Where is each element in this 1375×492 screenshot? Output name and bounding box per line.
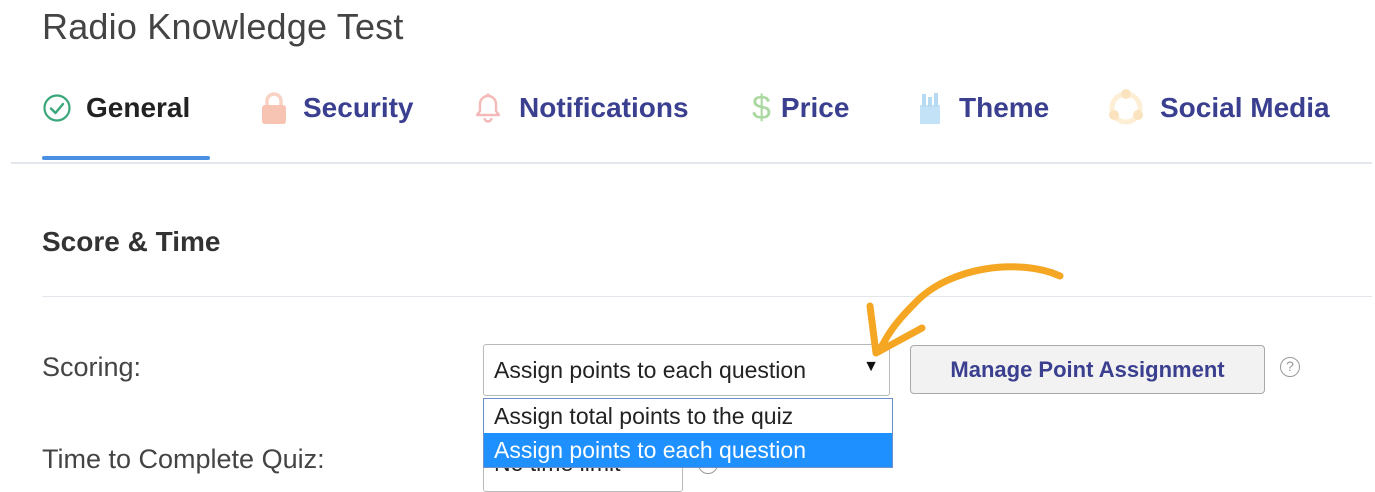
check-circle-icon xyxy=(42,93,72,123)
scoring-dropdown-list: Assign total points to the quiz Assign p… xyxy=(483,398,893,468)
scoring-option-total[interactable]: Assign total points to the quiz xyxy=(484,399,892,433)
tab-label: Security xyxy=(303,92,414,123)
tab-label: Price xyxy=(780,92,850,123)
tab-general[interactable]: General xyxy=(42,82,190,134)
scoring-select-value: Assign points to each question xyxy=(494,356,806,383)
time-to-complete-label: Time to Complete Quiz: xyxy=(42,444,325,474)
tab-social-media[interactable]: Social Media xyxy=(1106,82,1330,134)
page-title: Radio Knowledge Test xyxy=(42,6,404,47)
help-icon[interactable]: ? xyxy=(1280,357,1300,377)
dollar-icon: $ xyxy=(752,88,771,127)
section-title: Score & Time xyxy=(42,226,221,257)
tab-bar: General Security Notifications $ Price T… xyxy=(0,82,1375,164)
scoring-select[interactable]: Assign points to each question ▼ xyxy=(483,344,890,396)
active-tab-indicator xyxy=(42,156,210,160)
tab-price[interactable]: $ Price xyxy=(752,82,849,134)
tab-label: Notifications xyxy=(519,92,689,123)
scoring-label: Scoring: xyxy=(42,352,142,382)
tab-label: Social Media xyxy=(1160,92,1330,123)
dropdown-arrow-icon: ▼ xyxy=(863,358,879,375)
paint-brush-icon xyxy=(915,91,945,125)
bell-icon xyxy=(471,91,505,125)
tab-label: General xyxy=(86,92,191,123)
section-divider xyxy=(42,296,1372,297)
tab-bar-divider xyxy=(11,162,1372,164)
scoring-option-each[interactable]: Assign points to each question xyxy=(484,433,892,467)
tab-security[interactable]: Security xyxy=(259,82,414,134)
tab-label: Theme xyxy=(959,92,1050,123)
manage-point-assignment-button[interactable]: Manage Point Assignment xyxy=(910,345,1265,394)
lock-icon xyxy=(259,90,289,126)
share-icon xyxy=(1106,88,1146,128)
tab-theme[interactable]: Theme xyxy=(915,82,1049,134)
tab-notifications[interactable]: Notifications xyxy=(471,82,689,134)
